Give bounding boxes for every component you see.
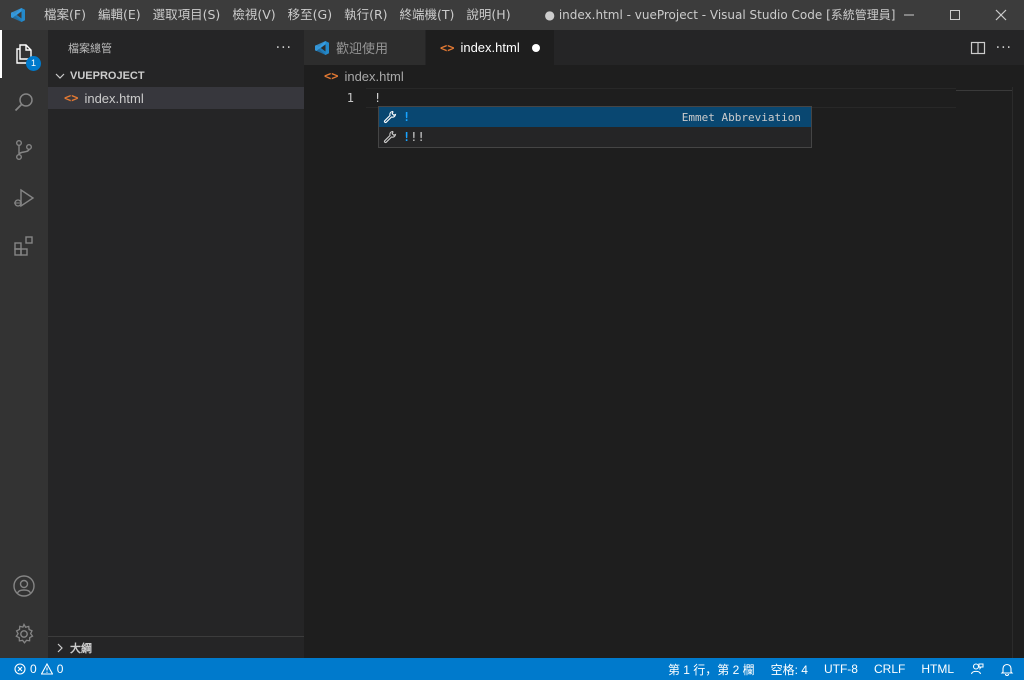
error-count: 0 [30, 662, 37, 676]
status-bar: 0 0 第 1 行，第 2 欄 空格: 4 UTF-8 CRLF HTML [0, 658, 1024, 680]
status-right: 第 1 行，第 2 欄 空格: 4 UTF-8 CRLF HTML [668, 658, 1014, 680]
window-controls [886, 0, 1024, 30]
outline-label: 大綱 [70, 641, 92, 655]
bell-icon[interactable] [1000, 662, 1014, 676]
minimap-content [956, 90, 1012, 91]
search-icon [14, 93, 33, 112]
chevron-right-icon [57, 643, 63, 652]
suggest-label: ! [403, 110, 410, 124]
file-index-html[interactable]: <> index.html [48, 87, 304, 109]
suggest-widget: ! Emmet Abbreviation !!! [378, 106, 812, 148]
tab-label: 歡迎使用 [336, 41, 389, 56]
breadcrumb-file[interactable]: index.html [344, 69, 403, 84]
extensions-button[interactable] [0, 222, 48, 270]
menu-terminal[interactable]: 終端機(T) [394, 0, 461, 30]
end-of-line[interactable]: CRLF [874, 662, 905, 676]
search-button[interactable] [0, 78, 48, 126]
editor-tabs: 歡迎使用 <> index.html ··· [304, 30, 1024, 65]
html-file-icon: <> [64, 91, 79, 105]
feedback-icon[interactable] [970, 662, 984, 676]
suggest-item[interactable]: ! Emmet Abbreviation [379, 107, 811, 127]
tab-index-html[interactable]: <> index.html [426, 30, 555, 65]
error-icon [14, 663, 26, 675]
warning-icon [40, 663, 53, 675]
suggest-match: ! [403, 110, 411, 124]
encoding[interactable]: UTF-8 [824, 662, 858, 676]
menu-view[interactable]: 檢視(V) [226, 0, 281, 30]
title-bar: 檔案(F) 編輯(E) 選取項目(S) 檢視(V) 移至(G) 執行(R) 終端… [0, 0, 1024, 30]
chevron-down-icon [55, 73, 65, 79]
explorer-badge: 1 [26, 56, 41, 71]
wrench-icon [383, 110, 397, 124]
minimap-divider [1012, 87, 1013, 658]
folder-vueproject[interactable]: VUEPROJECT [48, 65, 304, 87]
minimize-button[interactable] [886, 0, 932, 30]
code-line[interactable]: ! [374, 89, 381, 107]
suggest-item[interactable]: !!! [379, 127, 811, 147]
outline-section[interactable]: 大綱 [48, 636, 304, 658]
gear-icon [15, 623, 34, 644]
minimize-icon [904, 14, 914, 16]
split-editor-icon[interactable] [970, 40, 986, 56]
accounts-button[interactable] [0, 562, 48, 610]
explorer-sidebar: 檔案總管 ··· VUEPROJECT <> index.html 大綱 [48, 30, 304, 658]
wrench-icon [383, 130, 397, 144]
menu-help[interactable]: 說明(H) [460, 0, 516, 30]
line-number: 1 [346, 91, 354, 105]
language-mode[interactable]: HTML [921, 662, 954, 676]
run-debug-icon [14, 188, 35, 208]
vscode-logo-icon [315, 40, 329, 55]
close-button[interactable] [978, 0, 1024, 30]
sidebar-more-button[interactable]: ··· [276, 40, 292, 56]
window-title: ● index.html - vueProject - Visual Studi… [544, 8, 896, 22]
explorer-button[interactable]: 1 [0, 30, 48, 78]
folder-label: VUEPROJECT [70, 70, 145, 82]
close-icon [995, 9, 1007, 21]
indentation[interactable]: 空格: 4 [771, 661, 808, 678]
unsaved-indicator[interactable] [531, 43, 540, 52]
tab-welcome[interactable]: 歡迎使用 [304, 30, 426, 65]
maximize-button[interactable] [932, 0, 978, 30]
suggest-rest: !! [410, 130, 425, 144]
breadcrumb: <> index.html [304, 65, 1024, 87]
menu-go[interactable]: 移至(G) [282, 0, 338, 30]
menu-selection[interactable]: 選取項目(S) [147, 0, 227, 30]
tab-label: index.html [460, 40, 520, 55]
extensions-icon [14, 236, 33, 256]
warning-count: 0 [56, 662, 64, 676]
menu-file[interactable]: 檔案(F) [38, 0, 92, 30]
code-editor[interactable]: 1 ! [304, 87, 1024, 658]
sidebar-header: 檔案總管 ··· [48, 30, 304, 65]
suggest-detail: Emmet Abbreviation [681, 110, 801, 124]
html-file-icon: <> [440, 40, 455, 55]
suggest-label: !!! [403, 130, 425, 144]
run-debug-button[interactable] [0, 174, 48, 222]
file-label: index.html [84, 90, 144, 106]
source-control-icon [15, 140, 32, 161]
source-control-button[interactable] [0, 126, 48, 174]
tab-actions: ··· [970, 30, 1012, 65]
menu-run[interactable]: 執行(R) [338, 0, 393, 30]
vscode-logo-icon [0, 0, 36, 30]
editor-more-button[interactable]: ··· [996, 40, 1012, 56]
activity-bar: 1 [0, 30, 48, 658]
html-file-icon: <> [324, 69, 339, 83]
current-line-highlight [366, 88, 956, 108]
menu-edit[interactable]: 編輯(E) [92, 0, 147, 30]
cursor-position[interactable]: 第 1 行，第 2 欄 [668, 661, 755, 678]
sidebar-title: 檔案總管 [68, 41, 112, 55]
problems-indicator[interactable]: 0 0 [0, 662, 63, 676]
manage-button[interactable] [0, 610, 48, 658]
menu-bar: 檔案(F) 編輯(E) 選取項目(S) 檢視(V) 移至(G) 執行(R) 終端… [38, 0, 517, 30]
maximize-icon [950, 10, 960, 20]
account-icon [13, 575, 35, 597]
